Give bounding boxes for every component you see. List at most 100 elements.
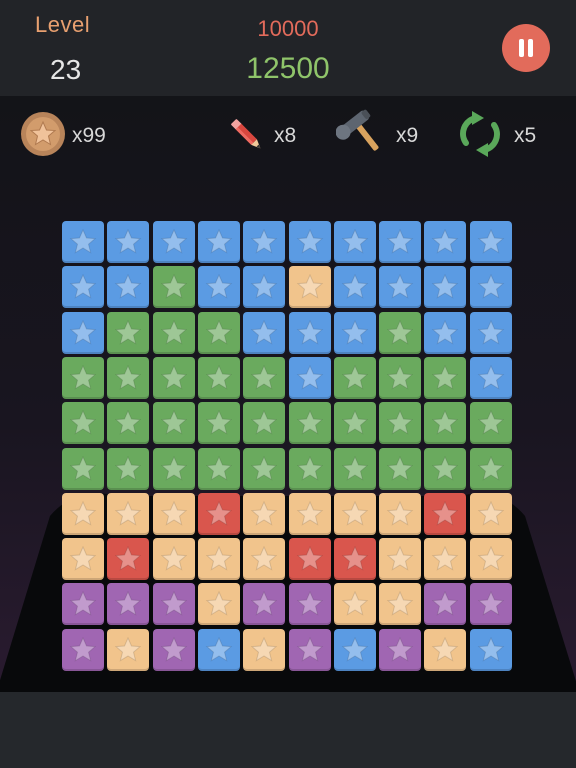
tile[interactable] [107, 629, 149, 671]
tile[interactable] [243, 493, 285, 535]
tile[interactable] [289, 357, 331, 399]
powerup-hammer[interactable]: x9 [336, 109, 426, 156]
tile[interactable] [379, 493, 421, 535]
tile[interactable] [62, 312, 104, 354]
tile[interactable] [379, 221, 421, 263]
tile[interactable] [289, 493, 331, 535]
tile[interactable] [334, 312, 376, 354]
tile[interactable] [379, 538, 421, 580]
tile[interactable] [62, 629, 104, 671]
tile[interactable] [379, 583, 421, 625]
tile[interactable] [379, 629, 421, 671]
tile[interactable] [153, 448, 195, 490]
tile[interactable] [289, 266, 331, 308]
tile[interactable] [107, 493, 149, 535]
tile[interactable] [198, 538, 240, 580]
tile[interactable] [198, 583, 240, 625]
tile[interactable] [424, 629, 466, 671]
tile[interactable] [424, 402, 466, 444]
tile[interactable] [107, 583, 149, 625]
tile[interactable] [334, 538, 376, 580]
tile[interactable] [289, 629, 331, 671]
tile[interactable] [153, 266, 195, 308]
tile[interactable] [107, 448, 149, 490]
tile[interactable] [62, 538, 104, 580]
tile[interactable] [334, 629, 376, 671]
tile[interactable] [289, 221, 331, 263]
tile[interactable] [424, 266, 466, 308]
tile[interactable] [62, 402, 104, 444]
tile[interactable] [424, 357, 466, 399]
tile[interactable] [289, 448, 331, 490]
tile[interactable] [379, 312, 421, 354]
powerup-coin[interactable]: x99 [20, 112, 120, 156]
tile[interactable] [62, 448, 104, 490]
tile[interactable] [62, 493, 104, 535]
tile[interactable] [424, 583, 466, 625]
pause-button[interactable] [502, 24, 550, 72]
tile[interactable] [289, 538, 331, 580]
tile[interactable] [470, 493, 512, 535]
tile[interactable] [379, 448, 421, 490]
tile[interactable] [334, 583, 376, 625]
tile[interactable] [470, 312, 512, 354]
tile[interactable] [424, 538, 466, 580]
tile[interactable] [62, 266, 104, 308]
tile[interactable] [153, 312, 195, 354]
tile[interactable] [424, 448, 466, 490]
tile[interactable] [153, 538, 195, 580]
tile[interactable] [424, 221, 466, 263]
tile[interactable] [289, 583, 331, 625]
tile[interactable] [107, 266, 149, 308]
tile[interactable] [198, 493, 240, 535]
tile[interactable] [379, 357, 421, 399]
tile[interactable] [243, 402, 285, 444]
tile[interactable] [107, 312, 149, 354]
tile[interactable] [470, 266, 512, 308]
tile[interactable] [198, 448, 240, 490]
tile[interactable] [379, 266, 421, 308]
powerup-shuffle[interactable]: x5 [454, 111, 554, 157]
tile[interactable] [470, 629, 512, 671]
tile[interactable] [198, 629, 240, 671]
tile[interactable] [243, 221, 285, 263]
tile[interactable] [153, 221, 195, 263]
tile[interactable] [334, 493, 376, 535]
tile[interactable] [289, 312, 331, 354]
tile[interactable] [153, 493, 195, 535]
tile[interactable] [198, 402, 240, 444]
tile[interactable] [62, 221, 104, 263]
tile[interactable] [153, 402, 195, 444]
tile[interactable] [470, 538, 512, 580]
tile[interactable] [243, 629, 285, 671]
tile[interactable] [470, 448, 512, 490]
tile[interactable] [334, 448, 376, 490]
tile[interactable] [198, 312, 240, 354]
tile[interactable] [198, 266, 240, 308]
tile[interactable] [107, 221, 149, 263]
tile[interactable] [62, 583, 104, 625]
tile[interactable] [153, 583, 195, 625]
tile[interactable] [334, 221, 376, 263]
tile[interactable] [107, 357, 149, 399]
tile[interactable] [198, 357, 240, 399]
tile[interactable] [470, 583, 512, 625]
tile[interactable] [470, 221, 512, 263]
tile[interactable] [243, 538, 285, 580]
tile[interactable] [470, 402, 512, 444]
tile[interactable] [243, 448, 285, 490]
tile[interactable] [198, 221, 240, 263]
tile[interactable] [334, 357, 376, 399]
tile[interactable] [62, 357, 104, 399]
tile[interactable] [153, 357, 195, 399]
tile[interactable] [153, 629, 195, 671]
tile[interactable] [243, 266, 285, 308]
tile[interactable] [243, 357, 285, 399]
tile[interactable] [379, 402, 421, 444]
tile[interactable] [424, 493, 466, 535]
tile[interactable] [107, 538, 149, 580]
tile[interactable] [334, 402, 376, 444]
tile[interactable] [334, 266, 376, 308]
tile[interactable] [289, 402, 331, 444]
tile[interactable] [470, 357, 512, 399]
